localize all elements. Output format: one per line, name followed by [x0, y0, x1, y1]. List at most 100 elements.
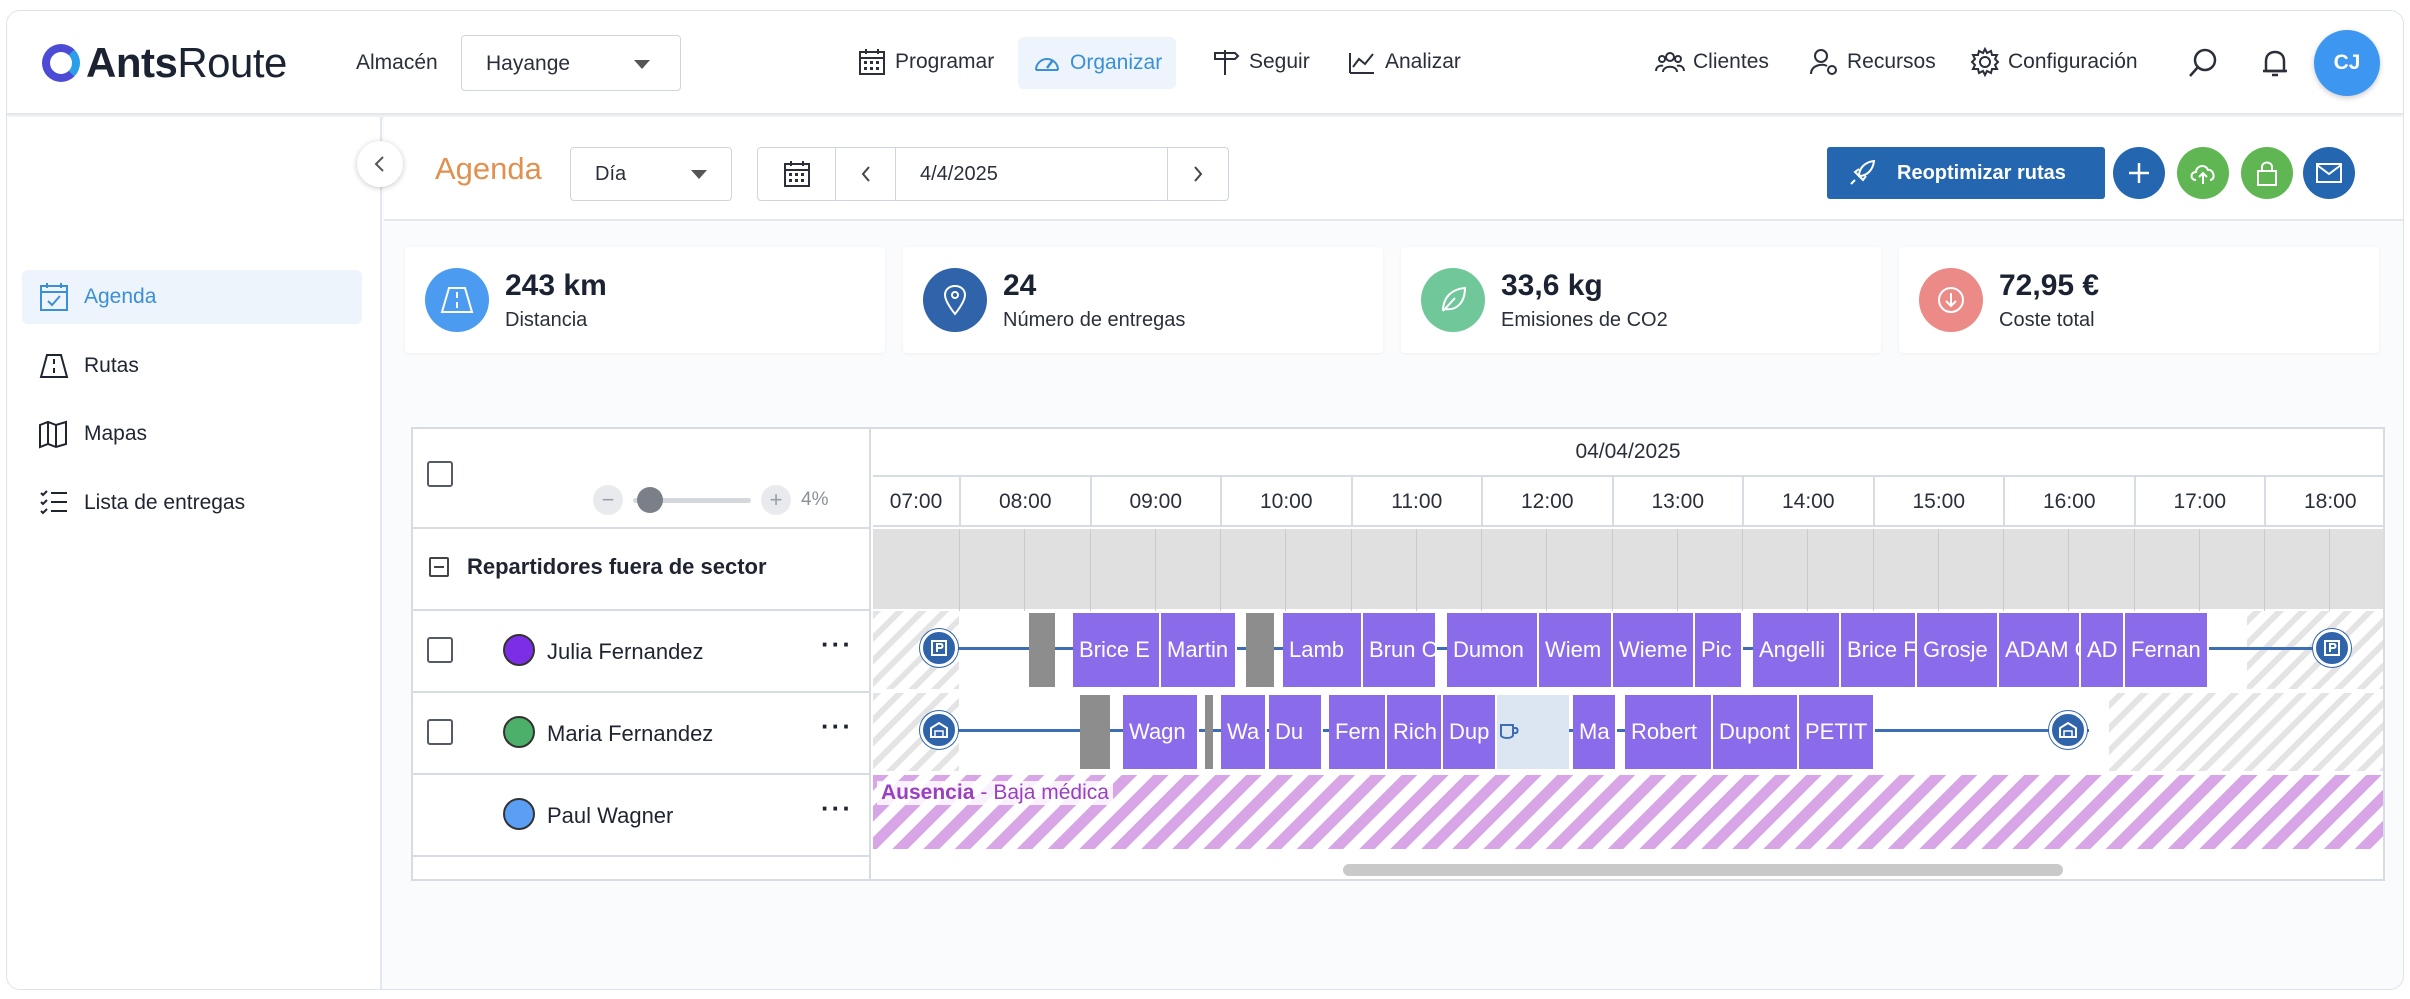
depot-end-icon[interactable]: [2313, 629, 2351, 667]
driver-row: Maria Fernandez ···: [413, 693, 869, 775]
absence-block[interactable]: Ausencia - Baja médica: [873, 775, 2383, 849]
delivery-task[interactable]: Pic: [1695, 613, 1743, 687]
scrollbar-thumb[interactable]: [1343, 864, 2063, 876]
depot-end-icon[interactable]: [2049, 711, 2087, 749]
delivery-task[interactable]: Fern: [1329, 695, 1387, 769]
delivery-task[interactable]: PETIT: [1799, 695, 1875, 769]
zoom-slider-handle[interactable]: [637, 486, 663, 513]
calendar-icon: [859, 49, 885, 75]
logo[interactable]: AntsRoute: [42, 39, 287, 87]
gridline: [2264, 529, 2265, 611]
travel-block: [1029, 613, 1055, 687]
logo-text-bold: Ants: [86, 39, 178, 86]
warehouse-select[interactable]: Hayange: [461, 35, 681, 91]
chevron-down-icon: [634, 60, 650, 69]
driver-name[interactable]: Paul Wagner: [547, 803, 673, 829]
driver-name[interactable]: Maria Fernandez: [547, 721, 713, 747]
timeline-hour: 15:00: [1872, 477, 2004, 527]
delivery-task[interactable]: Wagn: [1123, 695, 1199, 769]
timeline-hour: 14:00: [1742, 477, 1873, 527]
upload-cloud-button[interactable]: [2177, 147, 2229, 199]
view-select[interactable]: Día: [570, 147, 732, 201]
driver-more-button[interactable]: ···: [821, 629, 853, 660]
driver-checkbox[interactable]: [427, 719, 453, 745]
nav-plan[interactable]: Programar: [857, 47, 994, 77]
gridline: [1024, 529, 1026, 611]
delivery-task[interactable]: Wa: [1221, 695, 1267, 769]
search-icon[interactable]: [2185, 45, 2221, 81]
chart-icon: [1349, 53, 1374, 74]
absence-title: Ausencia: [881, 781, 975, 804]
next-day-button[interactable]: [1168, 148, 1228, 200]
coffee-cup-icon: [1500, 724, 1519, 739]
driver-more-button[interactable]: ···: [821, 711, 853, 742]
gridline: [959, 529, 960, 611]
delivery-task[interactable]: Dumon: [1447, 613, 1539, 687]
collapse-group-button[interactable]: [429, 557, 449, 577]
warehouse-label: Almacén: [356, 51, 438, 74]
previous-day-button[interactable]: [836, 148, 896, 200]
driver-name[interactable]: Julia Fernandez: [547, 639, 704, 665]
select-all-checkbox[interactable]: [427, 461, 453, 487]
email-button[interactable]: [2303, 147, 2355, 199]
delivery-task[interactable]: Wieme: [1613, 613, 1695, 687]
delivery-task[interactable]: Brice F: [1841, 613, 1917, 687]
nav-clients-label: Clientes: [1693, 50, 1769, 73]
nav-settings[interactable]: Configuración: [1970, 47, 2138, 77]
kpi-cost-label: Coste total: [1999, 309, 2095, 331]
kpi-deliveries-label: Número de entregas: [1003, 309, 1186, 331]
delivery-task[interactable]: Brun C: [1363, 613, 1437, 687]
horizontal-scrollbar[interactable]: [873, 862, 2383, 878]
gridline: [1742, 529, 1743, 611]
delivery-task[interactable]: Wiem: [1539, 613, 1613, 687]
depot-start-icon[interactable]: [920, 629, 958, 667]
kpi-co2: 33,6 kg Emisiones de CO2: [1401, 247, 1881, 353]
depot-start-icon[interactable]: [920, 711, 958, 749]
delivery-task[interactable]: Dupont: [1713, 695, 1799, 769]
sidebar-item-maps[interactable]: Mapas: [22, 407, 362, 461]
nav-organize[interactable]: Organizar: [1018, 37, 1177, 89]
delivery-task[interactable]: Rich: [1387, 695, 1443, 769]
break-block[interactable]: [1485, 695, 1569, 769]
lock-button[interactable]: [2241, 147, 2293, 199]
nav-clients[interactable]: Clientes: [1655, 47, 1769, 77]
leaf-icon: [1421, 268, 1485, 332]
add-button[interactable]: [2113, 147, 2165, 199]
nav-track[interactable]: Seguir: [1211, 47, 1310, 77]
delivery-task[interactable]: Lamb: [1283, 613, 1363, 687]
gridline: [2068, 529, 2070, 611]
date-picker-button[interactable]: [758, 148, 836, 200]
avatar[interactable]: CJ: [2314, 30, 2380, 96]
sidebar-item-agenda[interactable]: Agenda: [22, 270, 362, 324]
chevron-right-icon: [1194, 166, 1203, 182]
delivery-task[interactable]: Du: [1269, 695, 1323, 769]
sidebar-item-routes[interactable]: Rutas: [22, 339, 362, 393]
warehouse-value: Hayange: [486, 52, 571, 75]
delivery-task[interactable]: Dup: [1443, 695, 1497, 769]
delivery-task[interactable]: Fernan: [2125, 613, 2209, 687]
gridline: [1676, 529, 1678, 611]
nav-analyze[interactable]: Analizar: [1347, 47, 1461, 77]
delivery-task[interactable]: Brice E: [1073, 613, 1161, 687]
chevron-down-icon: [691, 170, 707, 179]
delivery-task[interactable]: Angelli: [1753, 613, 1841, 687]
kpi-cost-value: 72,95 €: [1999, 269, 2100, 302]
driver-more-button[interactable]: ···: [821, 793, 853, 824]
delivery-task[interactable]: Ma: [1573, 695, 1617, 769]
reoptimize-routes-button[interactable]: Reoptimizar rutas: [1827, 147, 2105, 199]
collapse-sidebar-button[interactable]: [357, 141, 403, 187]
gridline: [1937, 529, 1939, 611]
delivery-task[interactable]: Robert: [1625, 695, 1713, 769]
nav-resources[interactable]: Recursos: [1809, 47, 1936, 77]
bell-icon[interactable]: [2257, 45, 2293, 81]
driver-checkbox[interactable]: [427, 637, 453, 663]
delivery-task[interactable]: ADAM C: [1999, 613, 2081, 687]
zoom-slider[interactable]: [633, 486, 751, 513]
delivery-task[interactable]: Martin: [1161, 613, 1237, 687]
delivery-task[interactable]: Grosje: [1917, 613, 1999, 687]
date-field[interactable]: 4/4/2025: [896, 148, 1168, 200]
sidebar-item-deliveries[interactable]: Lista de entregas: [22, 476, 362, 530]
delivery-task[interactable]: AD: [2081, 613, 2125, 687]
zoom-in-button[interactable]: +: [761, 485, 791, 515]
zoom-out-button[interactable]: −: [593, 485, 623, 515]
